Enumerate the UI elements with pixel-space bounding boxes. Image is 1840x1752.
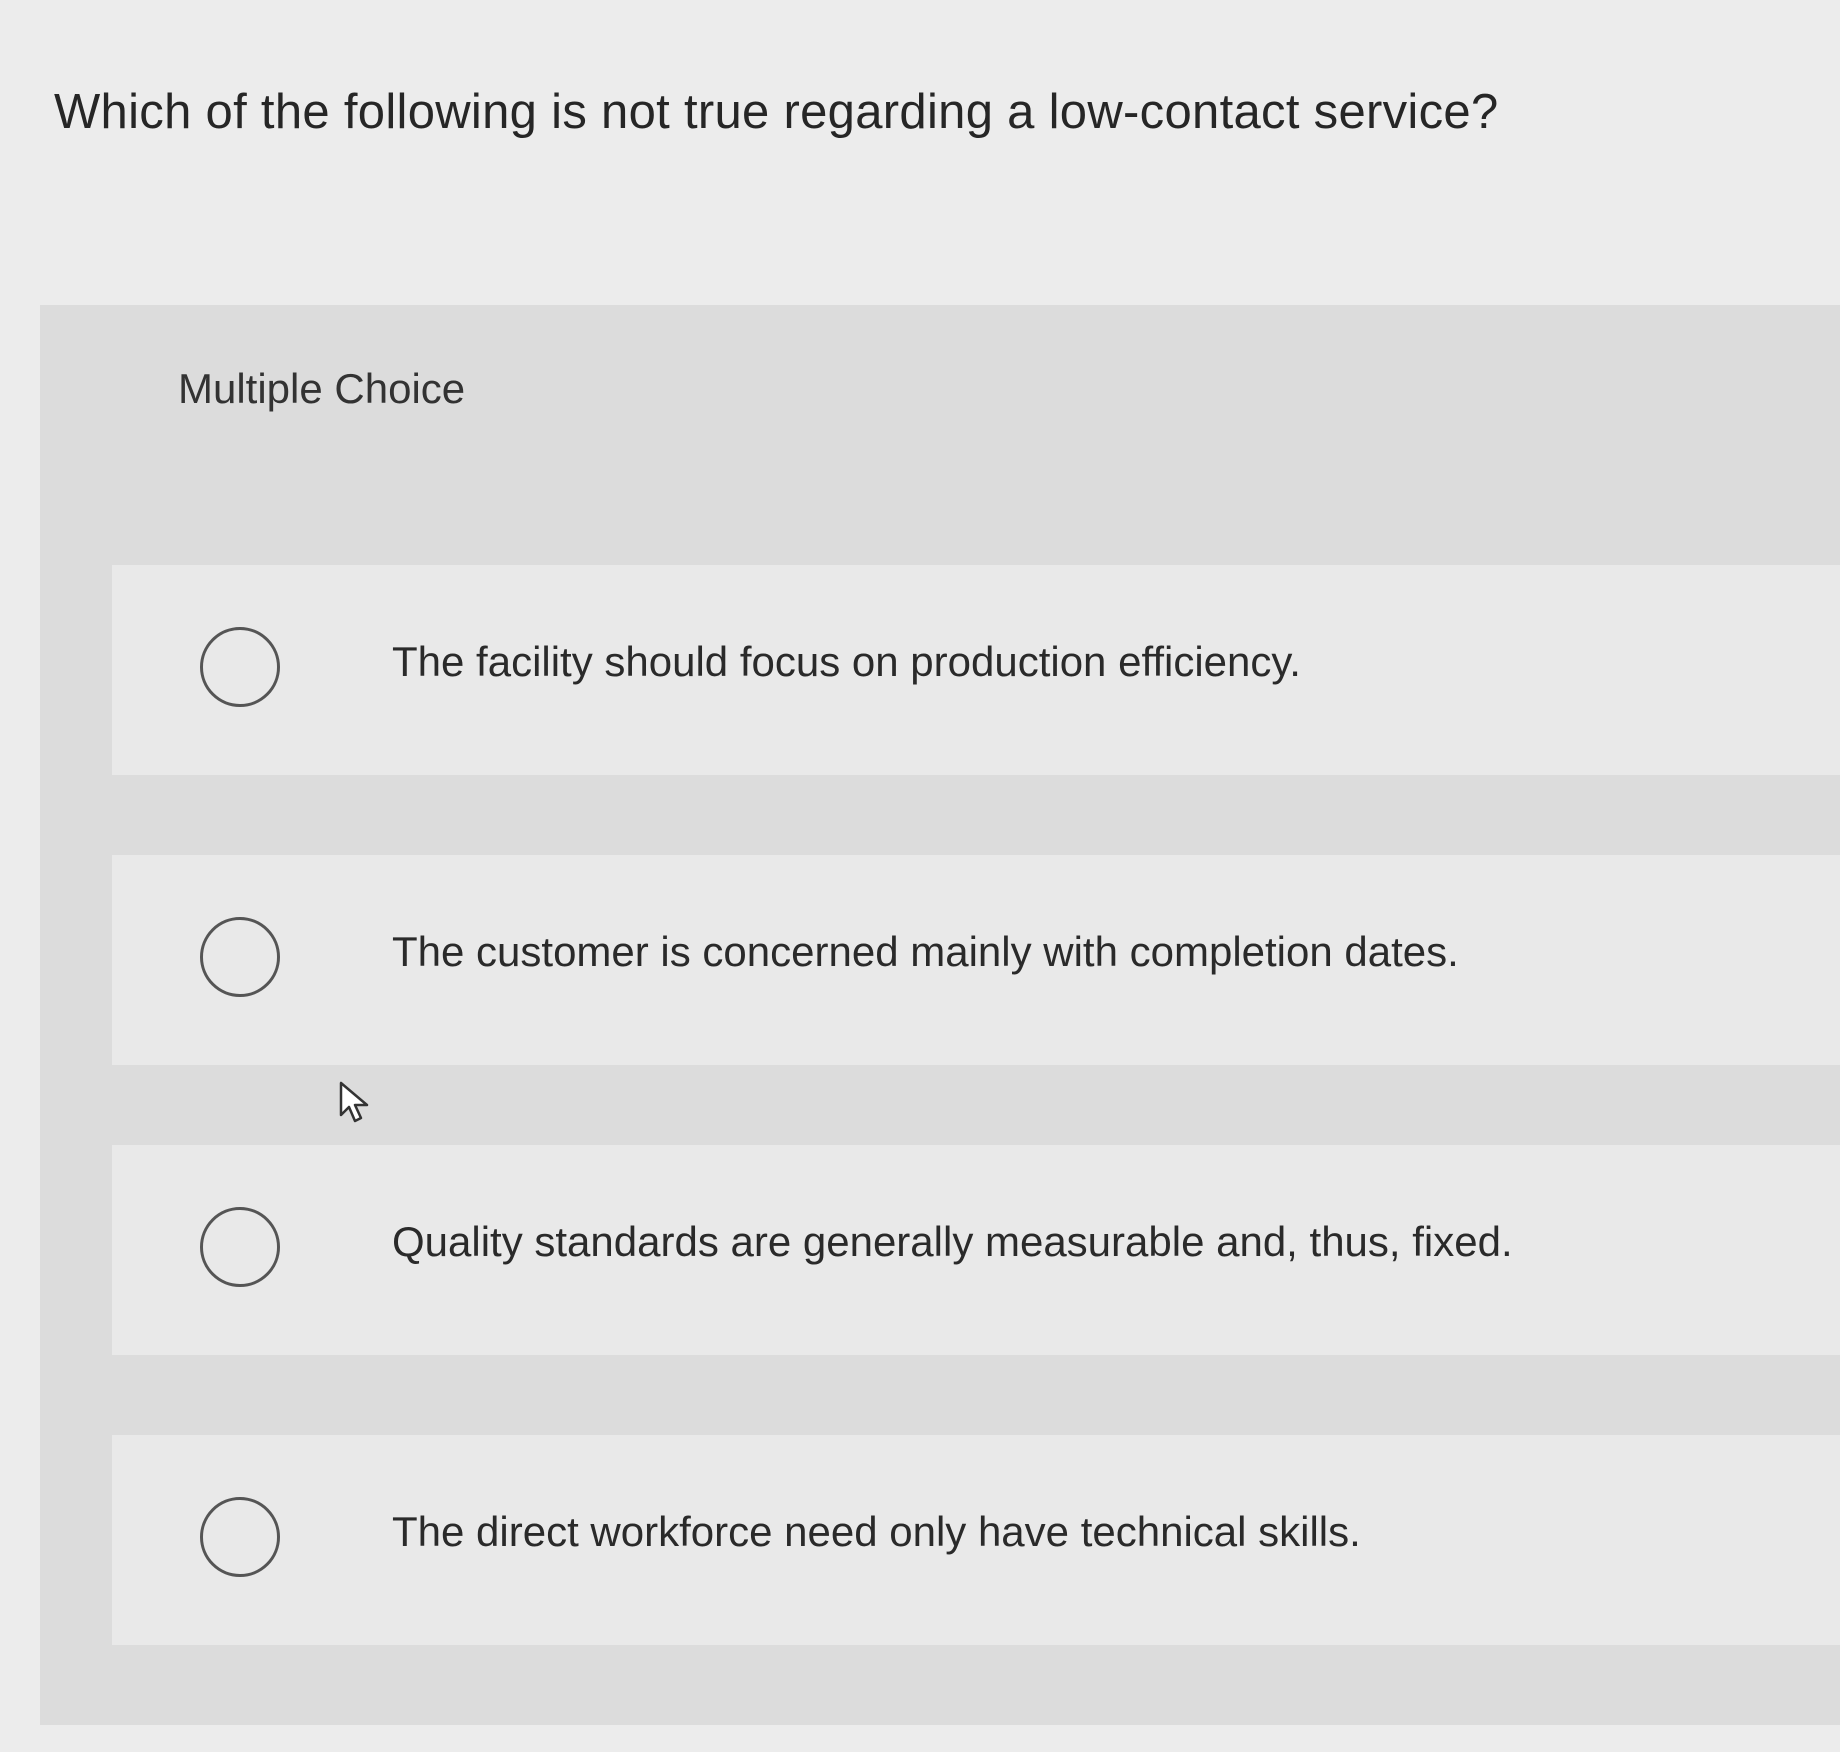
radio-unchecked-icon[interactable] — [200, 627, 280, 707]
choice-option-4[interactable]: The direct workforce need only have tech… — [112, 1435, 1840, 1645]
radio-unchecked-icon[interactable] — [200, 917, 280, 997]
choice-label: The customer is concerned mainly with co… — [392, 928, 1459, 975]
choice-option-1[interactable]: The facility should focus on production … — [112, 565, 1840, 775]
choice-option-2[interactable]: The customer is concerned mainly with co… — [112, 855, 1840, 1065]
question-type-label: Multiple Choice — [178, 365, 466, 412]
multiple-choice-panel: Multiple Choice The facility should focu… — [40, 305, 1840, 1725]
choice-label: Quality standards are generally measurab… — [392, 1218, 1513, 1265]
question-text: Which of the following is not true regar… — [54, 85, 1499, 139]
choice-label: The direct workforce need only have tech… — [392, 1508, 1361, 1555]
mouse-pointer-icon — [339, 1081, 369, 1123]
choice-label: The facility should focus on production … — [392, 638, 1301, 685]
choice-option-3[interactable]: Quality standards are generally measurab… — [112, 1145, 1840, 1355]
radio-unchecked-icon[interactable] — [200, 1497, 280, 1577]
radio-unchecked-icon[interactable] — [200, 1207, 280, 1287]
